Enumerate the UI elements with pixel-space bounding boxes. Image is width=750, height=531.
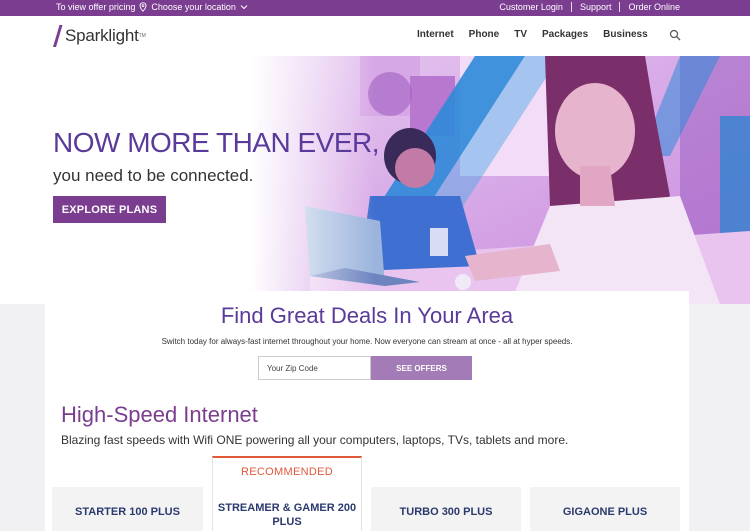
plan-name: TURBO 300 PLUS (399, 506, 493, 518)
chevron-down-icon[interactable] (240, 3, 248, 11)
recommended-badge: RECOMMENDED (241, 466, 333, 478)
plan-card-turbo[interactable]: TURBO 300 PLUS (371, 487, 521, 531)
support-link[interactable]: Support (580, 2, 612, 12)
plan-name: STARTER 100 PLUS (75, 506, 180, 518)
deals-subtitle: Switch today for always-fast internet th… (161, 337, 573, 346)
nav-item-phone[interactable]: Phone (469, 29, 500, 40)
zip-code-input[interactable] (258, 356, 371, 380)
nav-item-internet[interactable]: Internet (417, 29, 454, 40)
customer-login-link[interactable]: Customer Login (499, 2, 563, 12)
plan-card-streamer-gamer[interactable]: RECOMMENDED STREAMER & GAMER 200 PLUS (212, 456, 362, 531)
plan-card-gigaone[interactable]: GIGAONE PLUS (530, 487, 680, 531)
sparklight-logo[interactable]: Sparklight TM (53, 25, 146, 47)
internet-section-title: High-Speed Internet (61, 402, 258, 427)
nav-item-tv[interactable]: TV (514, 29, 527, 40)
nav-item-packages[interactable]: Packages (542, 29, 588, 40)
location-selector: To view offer pricing Choose your locati… (56, 2, 248, 12)
plan-name: GIGAONE PLUS (562, 506, 648, 518)
see-offers-button[interactable]: SEE OFFERS (371, 356, 472, 380)
hero-subtitle: you need to be connected. (53, 166, 254, 185)
plan-card-starter[interactable]: STARTER 100 PLUS (52, 487, 203, 531)
logo-text: Sparklight (65, 26, 139, 45)
order-online-link[interactable]: Order Online (628, 2, 680, 12)
divider (570, 2, 572, 12)
hero-banner: NOW MORE THAN EVER, you need to be conne… (0, 56, 750, 304)
hero-title: NOW MORE THAN EVER, (53, 127, 380, 158)
account-links: Customer Login Support Order Online (499, 2, 680, 12)
utility-bar: To view offer pricing Choose your locati… (0, 0, 750, 16)
explore-plans-button[interactable]: EXPLORE PLANS (53, 196, 166, 223)
logo-trademark: TM (138, 33, 146, 39)
main-nav: Sparklight TM Internet Phone TV Packages… (0, 16, 750, 56)
nav-item-business[interactable]: Business (603, 29, 647, 40)
plan-name: STREAMER & GAMER 200 PLUS (217, 502, 357, 528)
internet-section-subtitle: Blazing fast speeds with Wifi ONE poweri… (61, 433, 569, 447)
offer-pricing-text: To view offer pricing (56, 2, 136, 12)
choose-location-link[interactable]: Choose your location (151, 2, 236, 12)
logo-slash-icon (53, 25, 63, 47)
hero-photo (250, 56, 750, 304)
divider (619, 2, 621, 12)
deals-card: Find Great Deals In Your Area Switch tod… (45, 291, 689, 531)
search-icon[interactable] (669, 29, 681, 41)
nav-menu: Internet Phone TV Packages Business (417, 29, 648, 40)
deals-title: Find Great Deals In Your Area (220, 303, 514, 328)
location-pin-icon (139, 2, 147, 12)
